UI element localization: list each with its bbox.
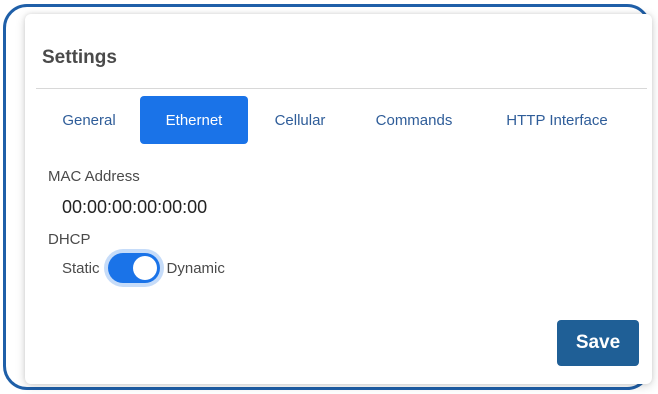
dhcp-toggle[interactable] xyxy=(107,253,160,283)
tab-http-interface[interactable]: HTTP Interface xyxy=(487,96,627,144)
mac-address-label: MAC Address xyxy=(48,168,140,185)
tab-cellular[interactable]: Cellular xyxy=(261,96,339,144)
dhcp-toggle-row: Static Dynamic xyxy=(62,248,225,288)
page-title: Settings xyxy=(42,47,117,68)
tab-commands[interactable]: Commands xyxy=(362,96,466,144)
dhcp-label: DHCP xyxy=(48,231,91,248)
title-divider xyxy=(36,88,647,89)
dhcp-dynamic-label: Dynamic xyxy=(166,259,225,277)
tab-general[interactable]: General xyxy=(53,96,125,144)
mac-address-value: 00:00:00:00:00:00 xyxy=(62,197,208,217)
dhcp-static-label: Static xyxy=(62,259,100,277)
save-button[interactable]: Save xyxy=(557,320,639,366)
tab-ethernet[interactable]: Ethernet xyxy=(140,96,248,144)
toggle-knob xyxy=(132,256,157,280)
